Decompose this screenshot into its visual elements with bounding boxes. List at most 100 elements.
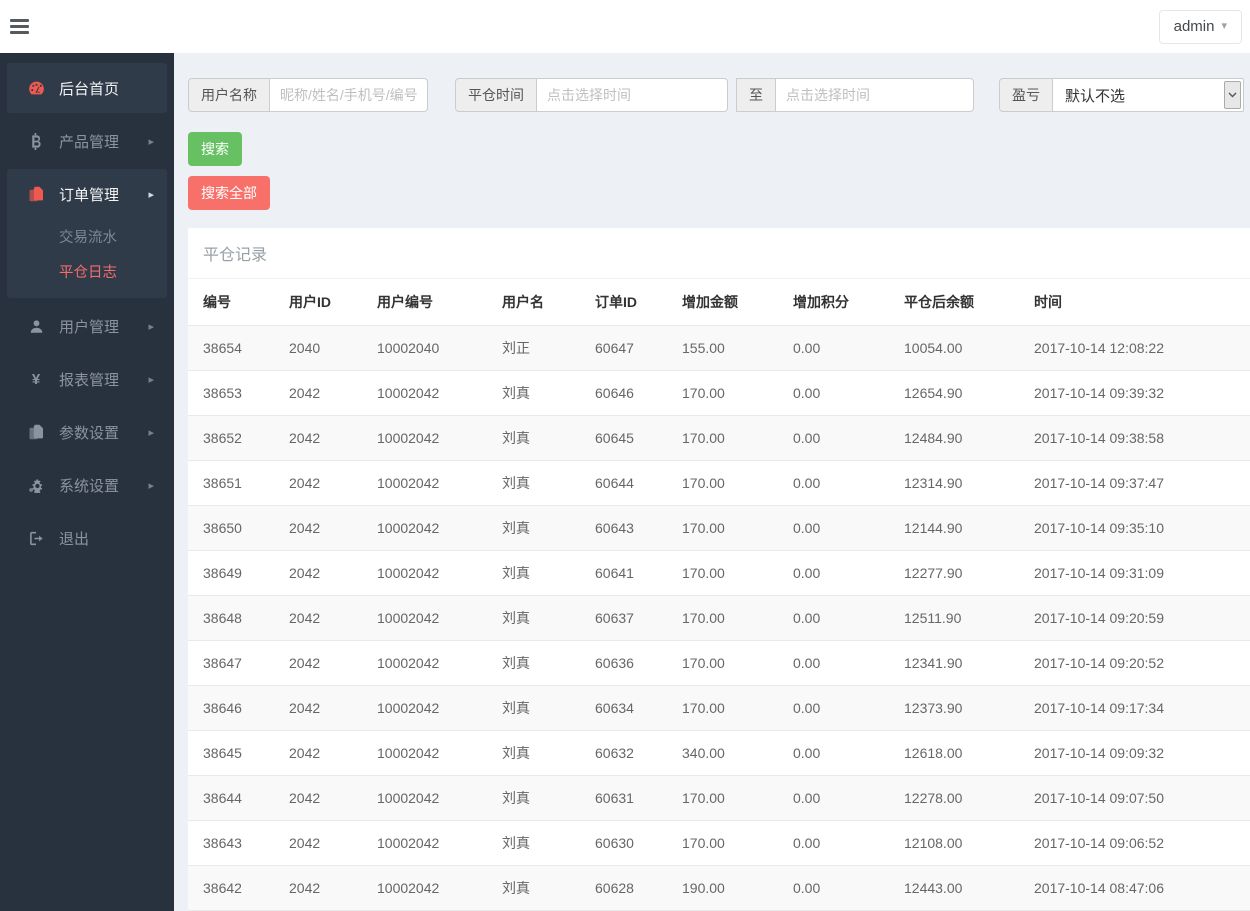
profit-select[interactable]: 默认不选 bbox=[1053, 78, 1244, 112]
table-row: 38654 2040 10002040 刘正 60647 155.00 0.00 10054.… bbox=[188, 325, 1250, 371]
table-cell: 2040 bbox=[274, 325, 362, 371]
select-arrow-icon bbox=[1224, 81, 1241, 109]
files-icon bbox=[26, 424, 46, 440]
table-cell: 2017-10-14 09:06:52 bbox=[1019, 820, 1250, 866]
table-header-row: 编号 用户ID 用户编号 用户名 订单ID 增加金额 增加积分 平仓后余额 时间 bbox=[188, 279, 1250, 326]
time-filter-group: 平仓时间 至 bbox=[455, 78, 974, 112]
user-menu-label: admin bbox=[1173, 18, 1215, 35]
table-cell: 10054.00 bbox=[889, 325, 1019, 371]
sidebar-subitem-trade-flow[interactable]: 交易流水 bbox=[7, 219, 167, 254]
table-cell: 0.00 bbox=[778, 730, 889, 776]
table-cell: 190.00 bbox=[667, 865, 778, 911]
time-to-input[interactable] bbox=[776, 78, 974, 112]
chevron-right-icon: ▸ bbox=[148, 426, 154, 439]
table-cell: 38654 bbox=[188, 325, 274, 371]
sidebar-item-label: 参数设置 bbox=[59, 424, 120, 442]
user-menu[interactable]: admin ▾ bbox=[1158, 9, 1242, 44]
table-row: 38651 2042 10002042 刘真 60644 170.00 0.00 12314.… bbox=[188, 460, 1250, 506]
records-panel: 平仓记录 编号 用户ID 用户编号 用户名 订单ID 增加金额 增加积分 平仓后余额 时间 38… bbox=[188, 228, 1250, 911]
table-cell: 38652 bbox=[188, 415, 274, 461]
table-cell: 10002042 bbox=[362, 730, 487, 776]
table-cell: 2017-10-14 09:35:10 bbox=[1019, 505, 1250, 551]
table-cell: 0.00 bbox=[778, 550, 889, 596]
table-cell: 60631 bbox=[580, 775, 667, 821]
chevron-right-icon: ▸ bbox=[148, 320, 154, 333]
table-cell: 12373.90 bbox=[889, 685, 1019, 731]
table-cell: 0.00 bbox=[778, 865, 889, 911]
table-cell: 2017-10-14 09:07:50 bbox=[1019, 775, 1250, 821]
table-cell: 2017-10-14 09:17:34 bbox=[1019, 685, 1250, 731]
search-all-button[interactable]: 搜索全部 bbox=[188, 176, 270, 210]
table-cell: 60636 bbox=[580, 640, 667, 686]
table-cell: 10002042 bbox=[362, 505, 487, 551]
username-label: 用户名称 bbox=[188, 78, 270, 112]
username-input[interactable] bbox=[270, 78, 428, 112]
table-body: 38654 2040 10002040 刘正 60647 155.00 0.00 10054.… bbox=[188, 325, 1250, 911]
table-cell: 0.00 bbox=[778, 685, 889, 731]
table-cell: 0.00 bbox=[778, 505, 889, 551]
table-cell: 刘真 bbox=[487, 865, 580, 911]
table-cell: 60632 bbox=[580, 730, 667, 776]
sidebar-item-system[interactable]: 系统设置 ▸ bbox=[7, 460, 167, 510]
sidebar-item-label: 产品管理 bbox=[59, 133, 120, 151]
table-cell: 0.00 bbox=[778, 460, 889, 506]
sidebar-item-report[interactable]: ¥ 报表管理 ▸ bbox=[7, 354, 167, 404]
table-cell: 155.00 bbox=[667, 325, 778, 371]
sidebar-item-label: 系统设置 bbox=[59, 477, 120, 495]
table-cell: 38646 bbox=[188, 685, 274, 731]
search-button[interactable]: 搜索 bbox=[188, 132, 242, 166]
sidebar-item-home[interactable]: 后台首页 bbox=[7, 63, 167, 113]
table-cell: 2042 bbox=[274, 865, 362, 911]
sidebar-block-home: 后台首页 bbox=[7, 63, 167, 113]
top-bar: admin ▾ bbox=[0, 0, 1250, 53]
table-cell: 2042 bbox=[274, 550, 362, 596]
sidebar-nav: 后台首页 产品管理 ▸ 订单管理 ▸ 交易流水 平仓日志 用户管理 ▸ ¥ 报表管理 ▸ 参数设置 ▸ 系统… bbox=[0, 63, 174, 563]
sidebar-block-product: 产品管理 ▸ bbox=[7, 116, 167, 166]
sidebar-item-label: 后台首页 bbox=[59, 80, 120, 98]
table-cell: 刘正 bbox=[487, 325, 580, 371]
table-cell: 0.00 bbox=[778, 820, 889, 866]
sidebar-item-product[interactable]: 产品管理 ▸ bbox=[7, 116, 167, 166]
table-cell: 38648 bbox=[188, 595, 274, 641]
table-cell: 刘真 bbox=[487, 730, 580, 776]
table-cell: 60644 bbox=[580, 460, 667, 506]
table-cell: 刘真 bbox=[487, 640, 580, 686]
gears-icon bbox=[26, 478, 46, 493]
table-cell: 38643 bbox=[188, 820, 274, 866]
profit-label: 盈亏 bbox=[999, 78, 1053, 112]
sidebar-item-label: 用户管理 bbox=[59, 318, 120, 336]
table-cell: 2042 bbox=[274, 595, 362, 641]
table-cell: 2017-10-14 08:47:06 bbox=[1019, 865, 1250, 911]
panel-title: 平仓记录 bbox=[188, 228, 1250, 279]
table-row: 38652 2042 10002042 刘真 60645 170.00 0.00 12484.… bbox=[188, 415, 1250, 461]
table-cell: 0.00 bbox=[778, 325, 889, 371]
time-from-input[interactable] bbox=[537, 78, 728, 112]
table-cell: 刘真 bbox=[487, 820, 580, 866]
table-cell: 38650 bbox=[188, 505, 274, 551]
table-cell: 38645 bbox=[188, 730, 274, 776]
sidebar-item-order[interactable]: 订单管理 ▸ bbox=[7, 169, 167, 219]
table-cell: 刘真 bbox=[487, 595, 580, 641]
table-cell: 2017-10-14 09:37:47 bbox=[1019, 460, 1250, 506]
table-cell: 10002042 bbox=[362, 460, 487, 506]
sidebar-subitem-close-log[interactable]: 平仓日志 bbox=[7, 254, 167, 289]
table-cell: 12277.90 bbox=[889, 550, 1019, 596]
menu-toggle-icon[interactable] bbox=[8, 12, 38, 42]
to-label: 至 bbox=[736, 78, 776, 112]
table-row: 38644 2042 10002042 刘真 60631 170.00 0.00 12278.… bbox=[188, 775, 1250, 821]
chevron-right-icon: ▸ bbox=[148, 188, 154, 201]
sidebar-item-label: 退出 bbox=[59, 530, 90, 548]
sidebar-item-label: 订单管理 bbox=[59, 186, 120, 204]
table-cell: 60628 bbox=[580, 865, 667, 911]
sidebar-item-logout[interactable]: 退出 bbox=[7, 513, 167, 563]
table-cell: 38649 bbox=[188, 550, 274, 596]
table-cell: 刘真 bbox=[487, 505, 580, 551]
table-cell: 12341.90 bbox=[889, 640, 1019, 686]
sidebar-item-param[interactable]: 参数设置 ▸ bbox=[7, 407, 167, 457]
username-filter-group: 用户名称 bbox=[188, 78, 428, 112]
table-cell: 10002040 bbox=[362, 325, 487, 371]
filter-bar: 用户名称 平仓时间 至 盈亏 默认不选 bbox=[188, 78, 1250, 112]
table-cell: 170.00 bbox=[667, 820, 778, 866]
table-cell: 60641 bbox=[580, 550, 667, 596]
sidebar-item-user[interactable]: 用户管理 ▸ bbox=[7, 301, 167, 351]
